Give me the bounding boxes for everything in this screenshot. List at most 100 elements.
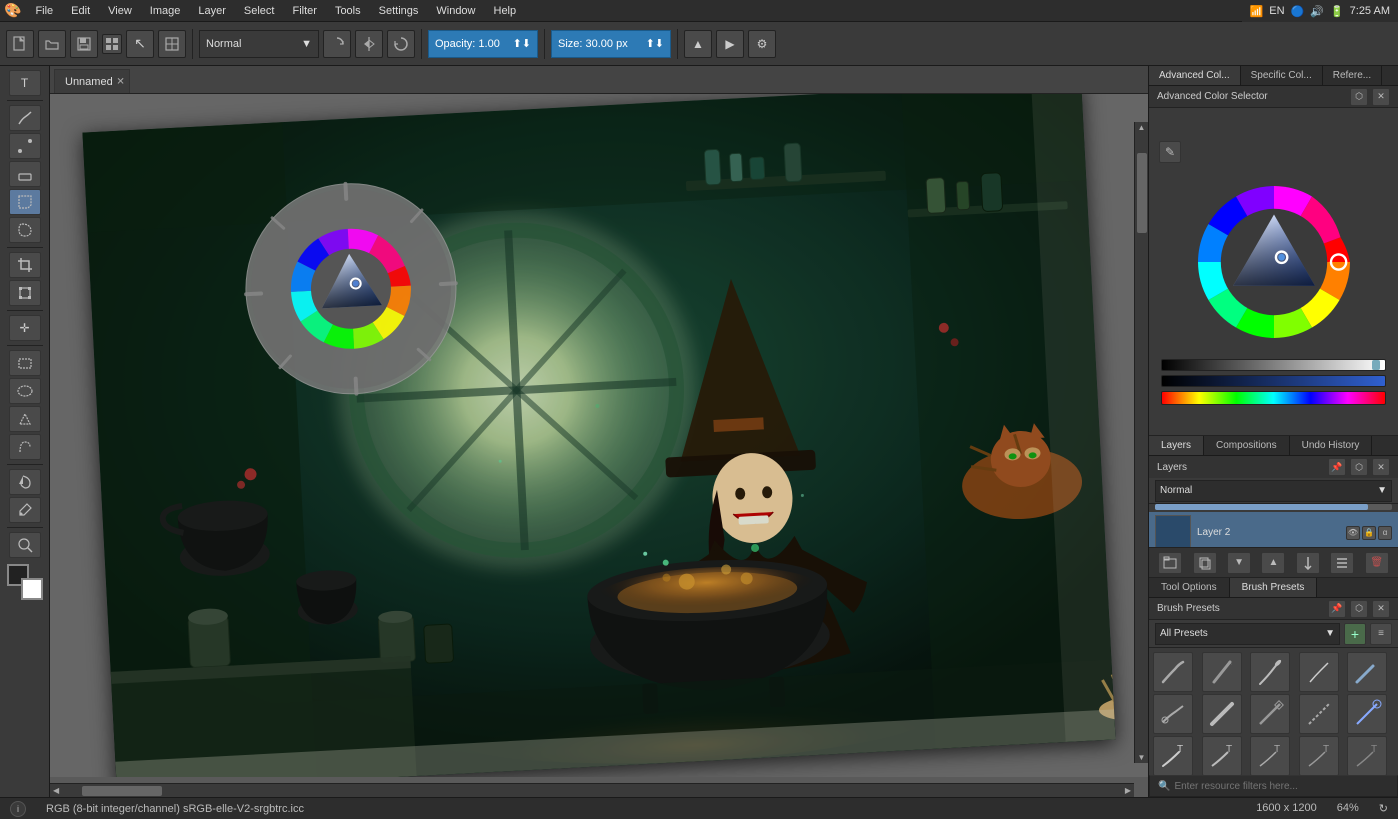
- undo-history-tab[interactable]: Undo History: [1290, 436, 1373, 455]
- opacity-control[interactable]: Opacity: 1.00 ⬆⬇: [428, 30, 538, 58]
- line-tool[interactable]: [9, 133, 41, 159]
- value-bar[interactable]: [1161, 359, 1385, 371]
- brush-presets-tab[interactable]: Brush Presets: [1230, 578, 1318, 597]
- save-file-button[interactable]: [70, 30, 98, 58]
- eyedropper-tool[interactable]: [9, 497, 41, 523]
- menu-view[interactable]: View: [100, 3, 140, 19]
- layers-close-btn[interactable]: ✕: [1372, 458, 1390, 476]
- open-file-button[interactable]: [38, 30, 66, 58]
- fill-tool[interactable]: [9, 469, 41, 495]
- brush-preset-5[interactable]: [1347, 652, 1387, 692]
- scroll-down-arrow[interactable]: ▼: [1135, 752, 1148, 763]
- canvas-tab-unnamed[interactable]: Unnamed ✕: [54, 69, 130, 93]
- layers-tab[interactable]: Layers: [1149, 436, 1204, 455]
- extra-btn-1[interactable]: [102, 34, 122, 54]
- crop-tool[interactable]: [9, 252, 41, 278]
- brush-preset-8[interactable]: [1250, 694, 1290, 734]
- h-scrollbar-thumb[interactable]: [82, 786, 162, 796]
- saturation-bar[interactable]: [1161, 375, 1385, 387]
- canvas-viewport[interactable]: ▲ ▼: [50, 94, 1148, 777]
- polygonal-selection[interactable]: [9, 406, 41, 432]
- brush-preset-11[interactable]: T: [1153, 736, 1193, 775]
- preview-btn[interactable]: ▶: [716, 30, 744, 58]
- eraser-tool[interactable]: [9, 161, 41, 187]
- brush-preset-2[interactable]: [1202, 652, 1242, 692]
- contiguous-selection-tool[interactable]: [9, 217, 41, 243]
- tab-close-button[interactable]: ✕: [116, 76, 124, 87]
- zoom-tool[interactable]: [9, 532, 41, 558]
- color-panel-close-btn[interactable]: ✕: [1372, 88, 1390, 106]
- refresh-btn[interactable]: [387, 30, 415, 58]
- menu-help[interactable]: Help: [486, 3, 525, 19]
- brush-preset-6[interactable]: [1153, 694, 1193, 734]
- new-file-button[interactable]: [6, 30, 34, 58]
- elliptical-selection[interactable]: [9, 378, 41, 404]
- scroll-right-arrow[interactable]: ▶: [1122, 785, 1134, 796]
- brush-search-input[interactable]: [1174, 781, 1389, 792]
- freehand-selection-tool[interactable]: [9, 189, 41, 215]
- pressure-btn[interactable]: ▲: [684, 30, 712, 58]
- vertical-scrollbar[interactable]: ▲ ▼: [1134, 122, 1148, 763]
- menu-image[interactable]: Image: [142, 3, 189, 19]
- brush-pin-btn[interactable]: 📌: [1328, 600, 1346, 618]
- rectangular-selection[interactable]: [9, 350, 41, 376]
- brush-preset-9[interactable]: [1299, 694, 1339, 734]
- layer-2-visibility-icon[interactable]: 👁: [1346, 526, 1360, 540]
- mirror-btn[interactable]: [355, 30, 383, 58]
- brush-close-btn[interactable]: ✕: [1372, 600, 1390, 618]
- magnetic-selection[interactable]: [9, 434, 41, 460]
- layers-opacity-bar[interactable]: [1155, 504, 1392, 510]
- layers-expand-btn[interactable]: ⬡: [1350, 458, 1368, 476]
- merge-flatten-btn[interactable]: [1330, 552, 1354, 574]
- size-control[interactable]: Size: 30.00 px ⬆⬇: [551, 30, 671, 58]
- brush-preset-13[interactable]: T: [1250, 736, 1290, 775]
- menu-edit[interactable]: Edit: [63, 3, 98, 19]
- background-color[interactable]: [21, 578, 43, 600]
- copy-layer-btn[interactable]: [1193, 552, 1217, 574]
- hue-bar[interactable]: [1161, 391, 1385, 405]
- layer-item-2[interactable]: Layer 2 👁 🔒 α: [1149, 512, 1398, 547]
- blend-mode-dropdown[interactable]: Normal ▼: [199, 30, 319, 58]
- compositions-tab[interactable]: Compositions: [1204, 436, 1290, 455]
- brush-preset-12[interactable]: T: [1202, 736, 1242, 775]
- brush-preset-14[interactable]: T: [1299, 736, 1339, 775]
- advanced-color-tab[interactable]: Advanced Col...: [1149, 66, 1241, 85]
- menu-window[interactable]: Window: [428, 3, 483, 19]
- freehand-brush-tool[interactable]: [9, 105, 41, 131]
- brush-preset-15[interactable]: T: [1347, 736, 1387, 775]
- brush-preset-4[interactable]: [1299, 652, 1339, 692]
- brush-filter-dropdown[interactable]: All Presets ▼: [1155, 623, 1340, 645]
- tool-options-tab[interactable]: Tool Options: [1149, 578, 1230, 597]
- eyedropper-panel-btn[interactable]: ✎: [1159, 141, 1181, 163]
- color-wheel-svg[interactable]: [1179, 167, 1369, 357]
- menu-layer[interactable]: Layer: [190, 3, 234, 19]
- color-selector-content[interactable]: ✎: [1149, 108, 1398, 435]
- pixel-btn[interactable]: [158, 30, 186, 58]
- color-wheel-overlay[interactable]: [235, 173, 466, 404]
- layer-2-alpha-icon[interactable]: α: [1378, 526, 1392, 540]
- layer-2-lock-icon[interactable]: 🔒: [1362, 526, 1376, 540]
- brush-preset-10[interactable]: [1347, 694, 1387, 734]
- opacity-stepper[interactable]: ⬆⬇: [513, 37, 531, 50]
- layers-pin-btn[interactable]: 📌: [1328, 458, 1346, 476]
- scroll-up-arrow[interactable]: ▲: [1135, 122, 1148, 133]
- move-tool[interactable]: ✛: [9, 315, 41, 341]
- menu-tools[interactable]: Tools: [327, 3, 369, 19]
- add-layer-group-btn[interactable]: [1158, 552, 1182, 574]
- brush-expand-btn[interactable]: ⬡: [1350, 600, 1368, 618]
- cursor-tool-btn[interactable]: ↖: [126, 30, 154, 58]
- delete-layer-btn[interactable]: 🗑: [1365, 552, 1389, 574]
- canvas-rotate-btn[interactable]: [323, 30, 351, 58]
- text-tool[interactable]: T: [9, 70, 41, 96]
- brush-search-bar[interactable]: 🔍: [1149, 775, 1398, 797]
- brush-preset-7[interactable]: [1202, 694, 1242, 734]
- color-panel-expand-btn[interactable]: ⬡: [1350, 88, 1368, 106]
- brush-preset-3[interactable]: [1250, 652, 1290, 692]
- settings-btn[interactable]: ⚙: [748, 30, 776, 58]
- menu-file[interactable]: File: [27, 3, 61, 19]
- menu-settings[interactable]: Settings: [371, 3, 427, 19]
- transform-tool[interactable]: [9, 280, 41, 306]
- menu-filter[interactable]: Filter: [284, 3, 324, 19]
- add-brush-preset-btn[interactable]: +: [1344, 623, 1366, 645]
- move-layer-down-btn[interactable]: ▼: [1227, 552, 1251, 574]
